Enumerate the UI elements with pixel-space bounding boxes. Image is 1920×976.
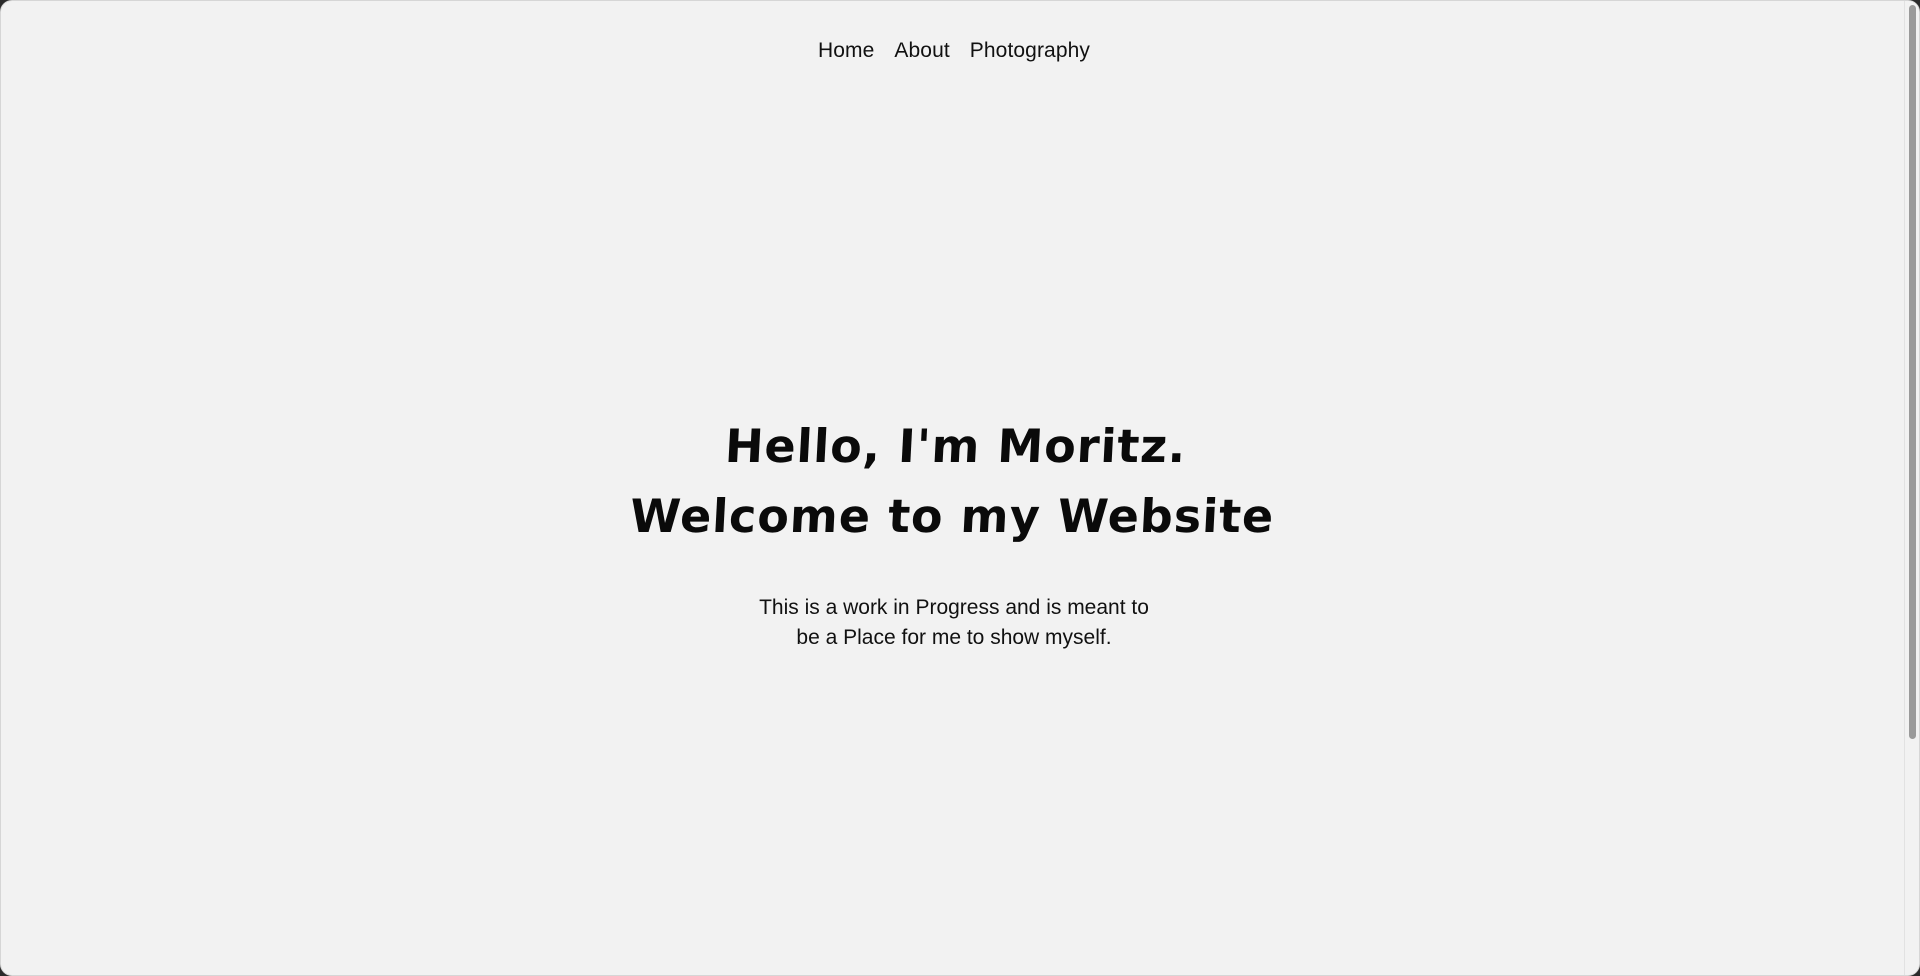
hero-description-line-2: be a Place for me to show myself. xyxy=(796,626,1112,649)
hero-description-line-1: This is a work in Progress and is meant … xyxy=(759,596,1149,619)
hero-description: This is a work in Progress and is meant … xyxy=(744,593,1164,653)
top-navigation: Home About Photography xyxy=(1,39,1907,63)
hero-heading: Hello, I'm Moritz. Welcome to my Website xyxy=(1,411,1911,551)
vertical-scrollbar[interactable] xyxy=(1904,1,1919,975)
scrollbar-thumb[interactable] xyxy=(1909,5,1916,739)
nav-link-photography[interactable]: Photography xyxy=(970,39,1090,63)
hero-heading-line-1: Hello, I'm Moritz. xyxy=(723,419,1189,473)
hero-heading-line-2: Welcome to my Website xyxy=(628,489,1276,543)
hero-section: Hello, I'm Moritz. Welcome to my Website… xyxy=(1,411,1907,653)
nav-link-home[interactable]: Home xyxy=(818,39,874,63)
browser-page: Home About Photography Hello, I'm Moritz… xyxy=(0,0,1920,976)
nav-link-about[interactable]: About xyxy=(894,39,949,63)
